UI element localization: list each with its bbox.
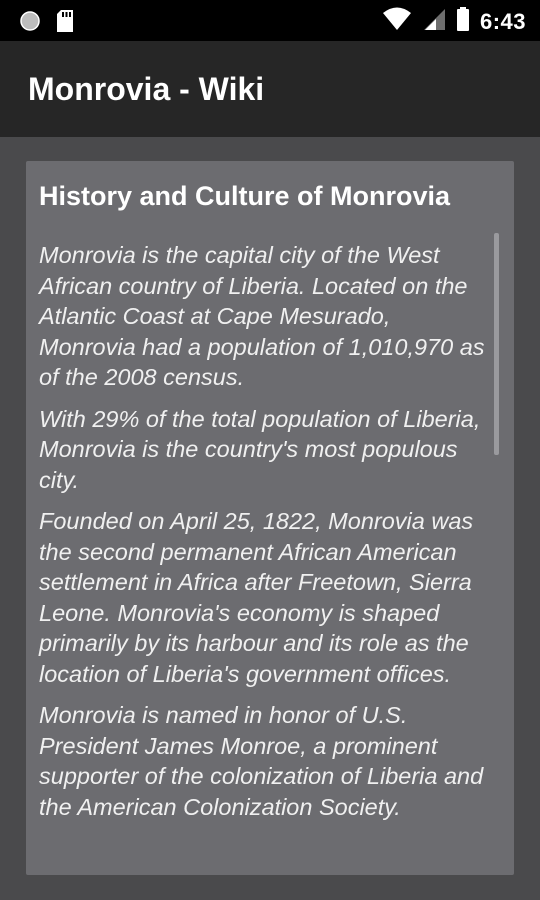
article-body[interactable]: Monrovia is the capital city of the West… <box>39 240 491 833</box>
article-paragraph: Founded on April 25, 1822, Monrovia was … <box>39 508 474 687</box>
scrollbar[interactable] <box>494 233 499 455</box>
cell-signal-icon <box>422 6 446 37</box>
circle-notification-icon <box>19 10 41 37</box>
article-card[interactable]: History and Culture of Monrovia Monrovia… <box>26 161 514 875</box>
status-right-icons: 6:43 <box>382 6 526 37</box>
status-left-icons <box>19 9 75 38</box>
status-bar: 6:43 <box>0 0 540 41</box>
status-time: 6:43 <box>479 8 526 34</box>
article-paragraph: Monrovia is the capital city of the West… <box>39 242 485 390</box>
app-title: Monrovia - Wiki <box>28 71 265 107</box>
article-title: History and Culture of Monrovia <box>39 181 451 211</box>
sd-card-icon <box>55 9 75 38</box>
article-paragraph: With 29% of the total population of Libe… <box>39 405 481 493</box>
battery-icon <box>456 6 470 37</box>
content-area[interactable]: History and Culture of Monrovia Monrovia… <box>0 137 540 900</box>
wifi-icon <box>382 6 412 37</box>
app-bar: Monrovia - Wiki <box>0 41 540 137</box>
article-paragraph: Monrovia is named in honor of U.S. Presi… <box>39 702 484 820</box>
